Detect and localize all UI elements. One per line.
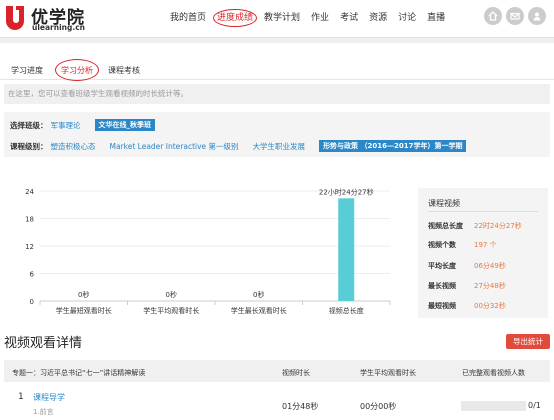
course-filter-label: 课程级别：: [10, 141, 48, 151]
x-tick-label: 学生平均观看时长: [143, 306, 199, 315]
stat-label: 最短视频: [428, 302, 456, 310]
course-option[interactable]: 大学生职业发展: [253, 141, 306, 152]
stat-row: 视频总长度 22时24分27秒: [428, 221, 543, 231]
table-header: 专题一：习近平总书记“七一”讲话精神解读 视频时长 学生平均观看时长 已完整观看…: [4, 360, 550, 382]
y-tick-label: 24: [25, 188, 34, 196]
x-tick-label: 学生最长观看时长: [231, 306, 287, 315]
nav-live[interactable]: 直播: [427, 10, 445, 26]
completion-progress-bar: [461, 401, 526, 411]
nav-progress-grades[interactable]: 进度成绩: [213, 9, 258, 27]
class-filter-row: 选择班级： 军事理论 文华在线_秋季班: [10, 118, 169, 132]
data-label: 0秒: [166, 290, 177, 299]
column-header-topic: 专题一：习近平总书记“七一”讲话精神解读: [12, 369, 146, 377]
stat-label: 最长视频: [428, 282, 456, 290]
video-duration: 01分48秒: [282, 402, 319, 411]
class-option-selected[interactable]: 文华在线_秋季班: [94, 119, 155, 131]
y-tick-label: 12: [25, 243, 34, 251]
logo-mark-icon: [6, 6, 24, 30]
course-option-selected[interactable]: 形势与政策 （2016—2017学年）第一学期: [319, 140, 467, 152]
filter-panel: 选择班级： 军事理论 文华在线_秋季班 课程级别： 塑造积极心态 Market …: [4, 112, 550, 157]
x-tick-label: 视频总长度: [329, 306, 364, 315]
class-option[interactable]: 军事理论: [51, 120, 81, 131]
user-icon[interactable]: [528, 7, 546, 25]
duration-chart-svg: 0 6 12 18 24 学生最短观看时长 0秒学生平均观看时长 0秒学生最长观看时长 0秒视频…: [25, 187, 391, 315]
sub-tabs: 学习进度 学习分析 课程考核: [0, 58, 554, 81]
stat-row: 最长视频 27分48秒: [428, 281, 543, 291]
x-tick-label: 学生最短观看时长: [56, 306, 112, 315]
column-header-avg-watch: 学生平均观看时长: [360, 369, 416, 377]
nav-homework[interactable]: 作业: [311, 10, 329, 26]
stat-label: 平均长度: [428, 262, 456, 270]
stat-value: 27分48秒: [474, 282, 506, 290]
y-tick-label: 0: [30, 298, 34, 306]
stats-title: 课程视频: [428, 199, 460, 208]
stat-value: 06分49秒: [474, 262, 506, 270]
stat-value: 197 个: [474, 241, 497, 249]
nav-teaching-plan[interactable]: 教学计划: [264, 10, 300, 26]
column-header-duration: 视频时长: [282, 369, 310, 377]
completion-count: 0/1: [528, 401, 541, 410]
stat-label: 视频个数: [428, 241, 456, 249]
avg-watch-duration: 00分00秒: [360, 402, 397, 411]
stat-row: 最短视频 00分32秒: [428, 301, 543, 311]
header-divider: [0, 37, 554, 43]
bar: [338, 198, 355, 301]
stats-divider: [428, 211, 538, 212]
app-header: 优学院 ulearning.cn 我的首页 进度成绩 教学计划 作业 考试 资源…: [0, 0, 554, 36]
row-number: 1: [18, 392, 24, 402]
data-label: 0秒: [78, 290, 89, 299]
stat-value: 22时24分27秒: [474, 222, 522, 230]
video-title-link[interactable]: 课程导学: [33, 392, 65, 403]
stat-row: 视频个数 197 个: [428, 240, 543, 250]
course-filter-row: 课程级别： 塑造积极心态 Market Leader Interactive 第…: [10, 139, 480, 153]
home-icon[interactable]: [484, 7, 502, 25]
column-header-complete: 已完整观看视频人数: [462, 369, 525, 377]
nav-resources[interactable]: 资源: [369, 10, 387, 26]
tab-learning-progress[interactable]: 学习进度: [11, 65, 43, 76]
video-subtitle: 1.前言: [33, 408, 54, 416]
export-stats-button[interactable]: 导出统计: [506, 334, 550, 349]
logo[interactable]: 优学院 ulearning.cn: [4, 3, 124, 33]
nav-exam[interactable]: 考试: [340, 10, 358, 26]
main-nav: 我的首页 进度成绩 教学计划 作业 考试 资源 讨论 直播: [170, 9, 456, 27]
info-text: 在这里，您可以查看班级学生观看视频的时长统计等。: [4, 84, 550, 104]
course-option[interactable]: Market Leader Interactive 第一级别: [110, 141, 239, 152]
data-label: 22小时24分27秒: [319, 187, 374, 196]
stat-label: 视频总长度: [428, 222, 463, 230]
mail-icon[interactable]: [506, 7, 524, 25]
stat-value: 00分32秒: [474, 302, 506, 310]
header-icons: [484, 7, 550, 25]
nav-home[interactable]: 我的首页: [170, 10, 206, 26]
logo-domain: ulearning.cn: [32, 23, 86, 32]
stat-row: 平均长度 06分49秒: [428, 261, 543, 271]
data-label: 0秒: [253, 290, 264, 299]
y-tick-label: 6: [30, 271, 35, 279]
detail-section-title: 视频观看详情: [4, 336, 83, 351]
nav-discussion[interactable]: 讨论: [398, 10, 416, 26]
course-video-stats: 课程视频 视频总长度 22时24分27秒 视频个数 197 个 平均长度 06分…: [418, 188, 548, 318]
class-filter-label: 选择班级：: [10, 120, 48, 130]
tab-learning-analysis[interactable]: 学习分析: [55, 59, 99, 81]
y-tick-label: 18: [25, 216, 34, 224]
tab-course-assessment[interactable]: 课程考核: [108, 65, 140, 76]
duration-chart: 0 6 12 18 24 学生最短观看时长 0秒学生平均观看时长 0秒学生最长观看时长 0秒视频…: [0, 176, 400, 326]
course-option[interactable]: 塑造积极心态: [51, 141, 96, 152]
